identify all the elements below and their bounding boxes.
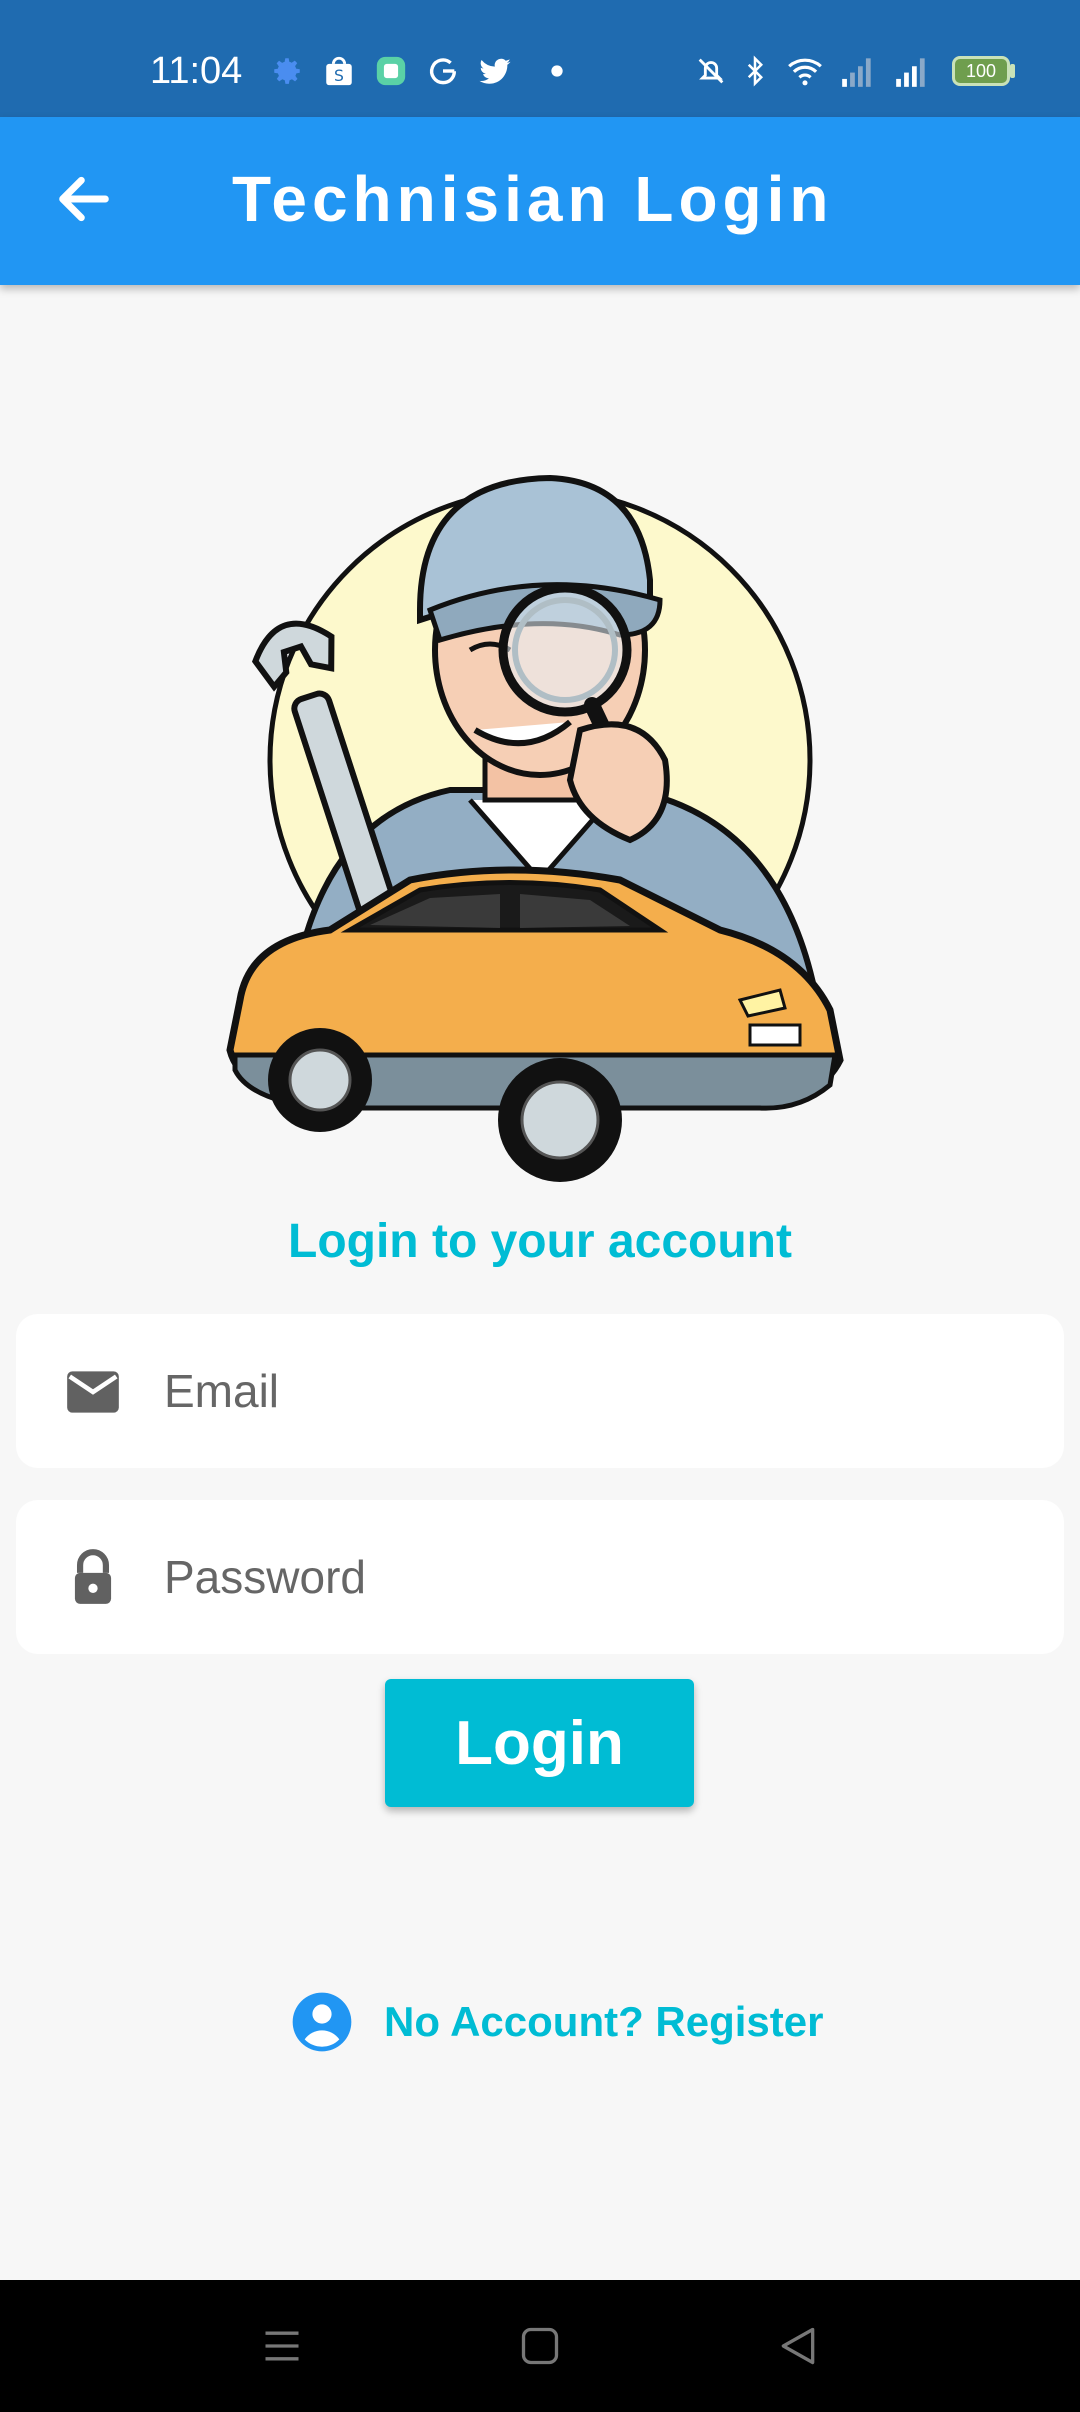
page-title: Technisian Login [232,163,834,235]
app-icon [376,56,406,86]
mute-icon [698,58,724,84]
email-input[interactable] [164,1350,1024,1432]
wifi-icon [788,58,822,86]
google-icon [430,58,457,85]
signal-icon [842,58,871,87]
svg-text:S: S [334,67,344,85]
battery-icon: 100 [952,56,1010,86]
password-field[interactable] [16,1500,1064,1654]
register-label: No Account? Register [384,1998,824,2045]
battery-level: 100 [965,61,997,81]
status-bar: 11:04 S 100 [0,0,1080,117]
shopee-icon: S [326,56,352,86]
login-heading: Login to your account [288,1215,792,1268]
system-nav-bar [0,2280,1080,2412]
email-field[interactable] [16,1314,1064,1468]
lock-icon [74,1549,112,1604]
back-nav-icon[interactable] [776,2324,820,2368]
menu-icon[interactable] [260,2324,304,2368]
home-icon[interactable] [518,2324,562,2368]
bluetooth-icon [747,55,764,87]
twitter-icon [479,58,511,84]
settings-icon [274,58,300,84]
email-icon [67,1371,119,1413]
signal-icon [896,58,925,87]
dot-icon [551,65,563,77]
arrow-back-icon[interactable] [52,167,116,231]
battery-tip [1010,64,1015,78]
account-circle-icon [292,1992,352,2052]
status-time: 11:04 [150,50,243,92]
login-button[interactable]: Login [385,1679,694,1807]
mechanic-car-illustration [226,474,844,1182]
app-bar: Technisian Login [0,117,1080,285]
password-input[interactable] [164,1536,1024,1618]
register-link[interactable]: No Account? Register [290,1990,823,2054]
